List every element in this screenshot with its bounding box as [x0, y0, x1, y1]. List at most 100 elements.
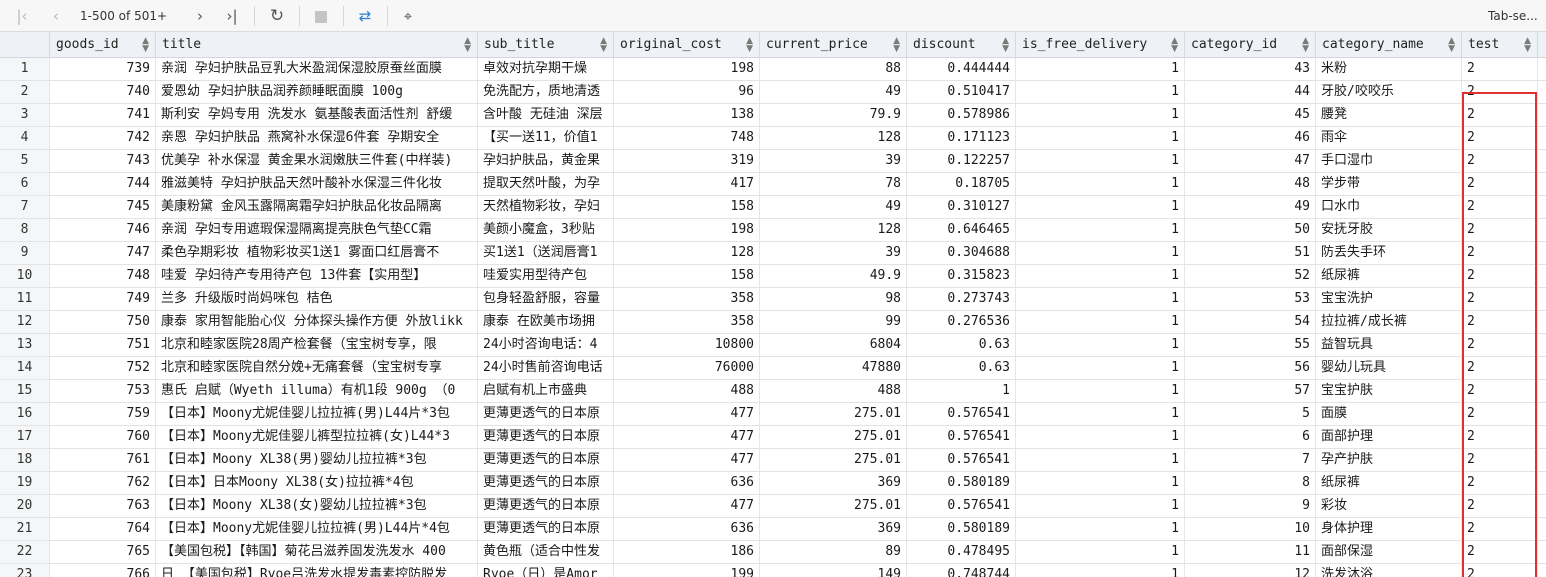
cell-sub_title[interactable]: 启赋有机上市盛典	[478, 380, 614, 402]
cell-category_id[interactable]: 54	[1185, 311, 1316, 333]
cell-title[interactable]: 【日本】Moony尤妮佳婴儿拉拉裤(男)L44片*4包	[156, 518, 478, 540]
cell-sub_title[interactable]: Ryoe（日）是Amor	[478, 564, 614, 577]
table-row[interactable]: 12 750 康泰 家用智能胎心仪 分体探头操作方便 外放likk 康泰 在欧美市场拥…	[0, 311, 1546, 334]
cell-category_id[interactable]: 47	[1185, 150, 1316, 172]
cell-goods_id[interactable]: 763	[50, 495, 156, 517]
cell-category_name[interactable]: 纸尿裤	[1316, 472, 1462, 494]
cell-title[interactable]: 北京和睦家医院自然分娩+无痛套餐（宝宝树专享	[156, 357, 478, 379]
cell-category_name[interactable]: 防丢失手环	[1316, 242, 1462, 264]
table-row[interactable]: 17 760 【日本】Moony尤妮佳婴儿裤型拉拉裤(女)L44*3 更薄更透气的日本…	[0, 426, 1546, 449]
cell-category_name[interactable]: 拉拉裤/成长裤	[1316, 311, 1462, 333]
cell-discount[interactable]: 0.63	[907, 357, 1016, 379]
cell-original_cost[interactable]: 158	[614, 265, 760, 287]
cell-sub_title[interactable]: 更薄更透气的日本原	[478, 518, 614, 540]
cell-original_cost[interactable]: 128	[614, 242, 760, 264]
cell-is_free_delivery[interactable]: 1	[1016, 242, 1185, 264]
column-header-goods_id[interactable]: goods_id ▲ ▼	[50, 32, 156, 57]
cell-discount[interactable]: 0.576541	[907, 403, 1016, 425]
cell-category_name[interactable]: 纸尿裤	[1316, 265, 1462, 287]
sort-icon[interactable]: ▲ ▼	[600, 32, 607, 54]
cell-category_name[interactable]: 米粉	[1316, 58, 1462, 80]
cell-goods_id[interactable]: 751	[50, 334, 156, 356]
cell-is_free_delivery[interactable]: 1	[1016, 518, 1185, 540]
cell-sub_title[interactable]: 更薄更透气的日本原	[478, 495, 614, 517]
cell-rownum[interactable]: 7	[0, 196, 50, 218]
cell-current_price[interactable]: 39	[760, 242, 907, 264]
cell-original_cost[interactable]: 96	[614, 81, 760, 103]
cell-test[interactable]: 2	[1462, 219, 1538, 241]
cell-title[interactable]: 爱恩幼 孕妇护肤品润养颜睡眠面膜 100g	[156, 81, 478, 103]
cell-sub_title[interactable]: 免洗配方，质地清透	[478, 81, 614, 103]
cell-goods_id[interactable]: 761	[50, 449, 156, 471]
table-row[interactable]: 2 740 爱恩幼 孕妇护肤品润养颜睡眠面膜 100g 免洗配方，质地清透 96 49 0.…	[0, 81, 1546, 104]
cell-category_name[interactable]: 面膜	[1316, 403, 1462, 425]
cell-goods_id[interactable]: 759	[50, 403, 156, 425]
cell-title[interactable]: 柔色孕期彩妆 植物彩妆买1送1 雾面口红唇膏不	[156, 242, 478, 264]
cell-rownum[interactable]: 4	[0, 127, 50, 149]
cell-category_id[interactable]: 57	[1185, 380, 1316, 402]
cell-goods_id[interactable]: 748	[50, 265, 156, 287]
cell-discount[interactable]: 0.171123	[907, 127, 1016, 149]
cell-category_name[interactable]: 宝宝洗护	[1316, 288, 1462, 310]
sort-icon[interactable]: ▲ ▼	[142, 32, 149, 54]
cell-category_name[interactable]: 婴幼儿玩具	[1316, 357, 1462, 379]
cell-rownum[interactable]: 23	[0, 564, 50, 577]
cell-rownum[interactable]: 22	[0, 541, 50, 563]
cell-test[interactable]: 2	[1462, 265, 1538, 287]
sort-icon[interactable]: ▲ ▼	[1302, 32, 1309, 54]
first-page-icon[interactable]: |‹	[10, 4, 34, 28]
cell-current_price[interactable]: 88	[760, 58, 907, 80]
cell-is_free_delivery[interactable]: 1	[1016, 380, 1185, 402]
cell-title[interactable]: 【日本】Moony XL38(女)婴幼儿拉拉裤*3包	[156, 495, 478, 517]
cell-category_name[interactable]: 口水巾	[1316, 196, 1462, 218]
sort-icon[interactable]: ▲ ▼	[1171, 32, 1178, 54]
cell-sub_title[interactable]: 更薄更透气的日本原	[478, 449, 614, 471]
cell-is_free_delivery[interactable]: 1	[1016, 81, 1185, 103]
cell-category_id[interactable]: 9	[1185, 495, 1316, 517]
sort-icon[interactable]: ▲ ▼	[1524, 32, 1531, 54]
table-row[interactable]: 7 745 美康粉黛 金风玉露隔离霜孕妇护肤品化妆品隔离 天然植物彩妆，孕妇 158 49…	[0, 196, 1546, 219]
stop-icon[interactable]	[309, 4, 333, 28]
cell-sub_title[interactable]: 康泰 在欧美市场拥	[478, 311, 614, 333]
cell-goods_id[interactable]: 744	[50, 173, 156, 195]
cell-test[interactable]: 2	[1462, 334, 1538, 356]
table-row[interactable]: 23 766 日 【美国包税】Ryoe吕洗发水提发毒素控防脱发 Ryoe（日）是Amo…	[0, 564, 1546, 577]
cell-goods_id[interactable]: 745	[50, 196, 156, 218]
cell-rownum[interactable]: 17	[0, 426, 50, 448]
pin-icon[interactable]: ⌖	[396, 4, 420, 28]
cell-sub_title[interactable]: 24小时咨询电话：4	[478, 334, 614, 356]
cell-title[interactable]: 【美国包税】【韩国】菊花吕滋养固发洗发水 400	[156, 541, 478, 563]
cell-discount[interactable]: 0.580189	[907, 518, 1016, 540]
cell-category_name[interactable]: 安抚牙胶	[1316, 219, 1462, 241]
next-page-icon[interactable]: ›	[188, 4, 212, 28]
cell-rownum[interactable]: 5	[0, 150, 50, 172]
cell-original_cost[interactable]: 417	[614, 173, 760, 195]
cell-original_cost[interactable]: 186	[614, 541, 760, 563]
cell-sub_title[interactable]: 含叶酸 无硅油 深层	[478, 104, 614, 126]
cell-rownum[interactable]: 9	[0, 242, 50, 264]
cell-current_price[interactable]: 488	[760, 380, 907, 402]
cell-sub_title[interactable]: 黄色瓶（适合中性发	[478, 541, 614, 563]
cell-discount[interactable]: 0.576541	[907, 449, 1016, 471]
cell-original_cost[interactable]: 319	[614, 150, 760, 172]
cell-rownum[interactable]: 11	[0, 288, 50, 310]
cell-category_id[interactable]: 45	[1185, 104, 1316, 126]
cell-category_id[interactable]: 7	[1185, 449, 1316, 471]
table-row[interactable]: 3 741 斯利安 孕妈专用 洗发水 氨基酸表面活性剂 舒缓 含叶酸 无硅油 深层 13…	[0, 104, 1546, 127]
cell-goods_id[interactable]: 741	[50, 104, 156, 126]
cell-test[interactable]: 2	[1462, 127, 1538, 149]
cell-title[interactable]: 亲润 孕妇护肤品豆乳大米盈润保湿胶原蚕丝面膜	[156, 58, 478, 80]
column-header-rownum[interactable]	[0, 32, 50, 57]
cell-discount[interactable]: 0.580189	[907, 472, 1016, 494]
cell-category_name[interactable]: 手口湿巾	[1316, 150, 1462, 172]
cell-goods_id[interactable]: 750	[50, 311, 156, 333]
table-row[interactable]: 8 746 亲润 孕妇专用遮瑕保湿隔离提亮肤色气垫CC霜 美颜小魔盒，3秒贴 198 12…	[0, 219, 1546, 242]
cell-sub_title[interactable]: 美颜小魔盒，3秒贴	[478, 219, 614, 241]
cell-sub_title[interactable]: 更薄更透气的日本原	[478, 472, 614, 494]
cell-rownum[interactable]: 6	[0, 173, 50, 195]
cell-is_free_delivery[interactable]: 1	[1016, 104, 1185, 126]
cell-title[interactable]: 【日本】Moony尤妮佳婴儿裤型拉拉裤(女)L44*3	[156, 426, 478, 448]
cell-category_name[interactable]: 学步带	[1316, 173, 1462, 195]
cell-current_price[interactable]: 79.9	[760, 104, 907, 126]
cell-category_id[interactable]: 43	[1185, 58, 1316, 80]
